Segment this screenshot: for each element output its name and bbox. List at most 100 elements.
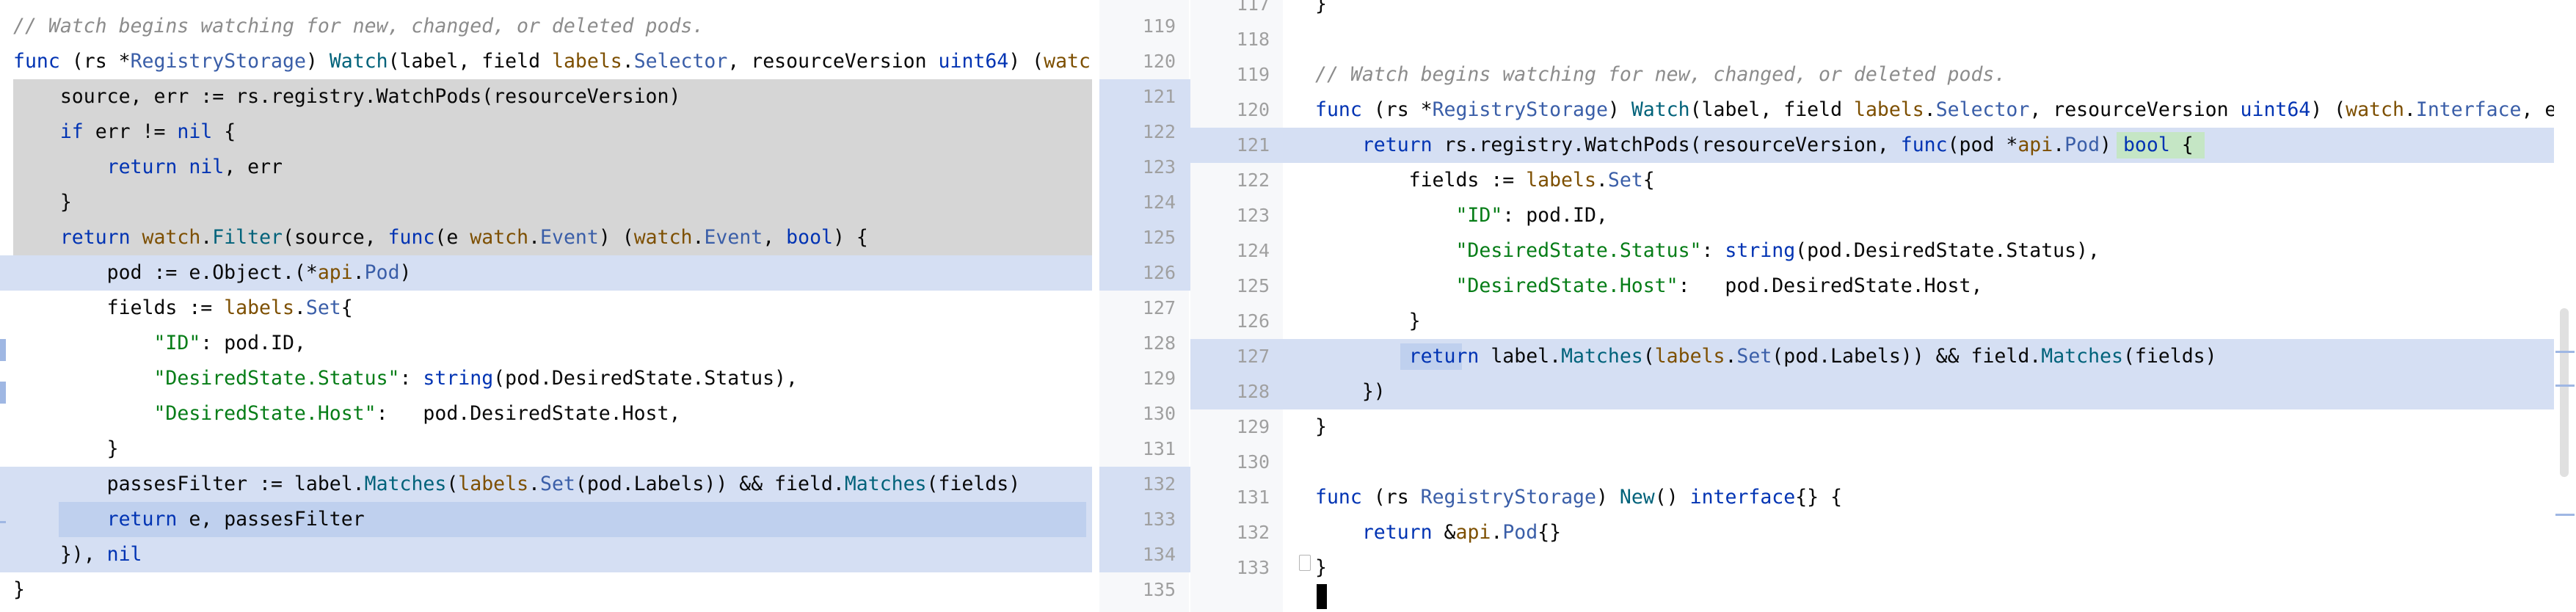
code-line[interactable]: }), nil	[0, 537, 1092, 572]
code-line[interactable]: }	[1306, 0, 2554, 22]
code-token: ) (	[2310, 98, 2346, 121]
code-line[interactable]: "DesiredState.Status": string(pod.Desire…	[0, 361, 1092, 396]
code-line[interactable]: if err != nil {	[0, 114, 1092, 150]
right-scrollbar[interactable]	[2554, 0, 2576, 612]
scrollbar-thumb[interactable]	[2560, 308, 2569, 477]
code-token: {	[2169, 134, 2194, 156]
code-token: watch	[633, 226, 693, 249]
code-line[interactable]: }	[1306, 409, 2554, 445]
code-line[interactable]: return rs.registry.WatchPods(resourceVer…	[1306, 128, 2554, 163]
code-token: nil	[177, 120, 225, 143]
code-token: rs	[1385, 98, 1421, 121]
line-number: 125	[1236, 275, 1270, 296]
code-line[interactable]: // Watch begins watching for new, change…	[0, 9, 1092, 44]
code-line[interactable]: "DesiredState.Host": pod.DesiredState.Ho…	[0, 396, 1092, 431]
code-token: bool	[2122, 134, 2170, 156]
code-token: , resourceVersion	[727, 50, 939, 73]
code-token: .	[2053, 134, 2065, 156]
code-token: {	[224, 120, 236, 143]
code-token: rs	[236, 85, 260, 108]
code-line[interactable]: })	[1306, 374, 2554, 409]
code-token: labels	[1526, 169, 1596, 192]
code-line[interactable]: "ID": pod.ID,	[0, 326, 1092, 361]
code-token: .	[1491, 521, 1503, 544]
code-line[interactable]	[1306, 22, 2554, 57]
code-token: : pod.ID,	[1502, 204, 1608, 227]
code-token: (source,	[283, 226, 388, 249]
code-token: :	[1701, 239, 1725, 262]
code-line[interactable]: }	[1306, 304, 2554, 339]
code-line[interactable]: func (rs *RegistryStorage) Watch(label, …	[0, 44, 1092, 79]
code-token: : pod.ID,	[200, 332, 306, 354]
left-editor-pane[interactable]: // Watch begins watching for new, change…	[0, 0, 1092, 612]
code-token: ,	[763, 226, 787, 249]
line-number: 130	[1236, 451, 1270, 473]
code-line[interactable]: "DesiredState.Host": pod.DesiredState.Ho…	[1306, 269, 2554, 304]
line-number: 119	[1236, 64, 1270, 85]
code-line[interactable]: fields := labels.Set{	[1306, 163, 2554, 198]
code-line[interactable]: }	[0, 431, 1092, 467]
line-number: 127	[1236, 346, 1270, 367]
right-gutter: 117 118 119 120 121 122 123 124 125 126 127 128 129 1…	[1190, 0, 1311, 612]
code-token: return	[1361, 521, 1444, 544]
change-marker-stripe	[2555, 351, 2575, 353]
code-token: uint64	[938, 50, 1009, 73]
code-token: Event	[704, 226, 763, 249]
code-line[interactable]: func (rs RegistryStorage) New() interfac…	[1306, 480, 2554, 515]
code-line[interactable]: // Watch begins watching for new, change…	[1306, 57, 2554, 92]
code-line[interactable]: return nil, err	[0, 150, 1092, 185]
code-line[interactable]: }	[0, 185, 1092, 220]
code-token: }	[1315, 556, 1327, 579]
line-number: 124	[1236, 240, 1270, 261]
code-line[interactable]: return watch.Filter(source, func(e watch…	[0, 220, 1092, 255]
code-token: Pod	[364, 261, 400, 284]
code-token: Filter	[212, 226, 283, 249]
code-token: }	[1315, 415, 1327, 438]
line-number: 133	[1142, 509, 1176, 530]
line-number: 119	[1142, 15, 1176, 37]
right-editor-pane[interactable]: } // Watch begins watching for new, chang…	[1306, 0, 2554, 612]
code-token: string	[423, 367, 494, 390]
code-token: .	[1725, 345, 1737, 368]
line-number: 126	[1142, 262, 1176, 283]
line-number: 121	[1142, 86, 1176, 107]
code-token: {	[341, 296, 353, 319]
code-line[interactable]: passesFilter := label.Matches(labels.Set…	[0, 467, 1092, 502]
code-token: // Watch begins watching for new, change…	[13, 15, 705, 37]
code-line[interactable]: }	[1306, 550, 2554, 586]
code-line[interactable]: return label.Matches(labels.Set(pod.Labe…	[1306, 339, 2554, 374]
code-token: pod := e.Object.(*	[13, 261, 318, 284]
code-token: if	[59, 120, 95, 143]
code-line[interactable]: return &api.Pod{}	[1306, 515, 2554, 550]
line-number: 131	[1142, 438, 1176, 459]
code-token: Matches	[1561, 345, 1643, 368]
code-line[interactable]: func (rs *RegistryStorage) Watch(label, …	[1306, 92, 2554, 128]
code-token: {}	[1538, 521, 1562, 544]
code-line[interactable]: fields := labels.Set{	[0, 291, 1092, 326]
code-line[interactable]	[1306, 445, 2554, 480]
code-token: )	[2100, 134, 2123, 156]
code-token: Event	[540, 226, 599, 249]
code-line[interactable]: source, err := rs.registry.WatchPods(res…	[0, 79, 1092, 114]
code-token: ) {	[832, 226, 868, 249]
code-token: .	[1924, 98, 1936, 121]
line-number: 130	[1142, 403, 1176, 424]
code-token: .registry.WatchPods(resourceVersion,	[1467, 134, 1901, 156]
code-token: )	[305, 50, 330, 73]
code-token: watch	[142, 226, 201, 249]
code-token: , err	[224, 156, 283, 178]
line-number: 124	[1142, 192, 1176, 213]
code-token: Set	[305, 296, 341, 319]
code-token: "DesiredState.Host"	[1455, 274, 1678, 297]
code-line[interactable]: pod := e.Object.(*api.Pod)	[0, 255, 1092, 291]
code-line[interactable]: "DesiredState.Status": string(pod.Desire…	[1306, 233, 2554, 269]
code-token: bool	[786, 226, 833, 249]
line-number: 135	[1142, 579, 1176, 600]
code-line[interactable]: }	[0, 572, 1092, 608]
code-token: .	[622, 50, 634, 73]
code-token: rs	[1385, 486, 1421, 509]
code-line[interactable]: "ID": pod.ID,	[1306, 198, 2554, 233]
code-line[interactable]: return e, passesFilter	[0, 502, 1092, 537]
code-token: "DesiredState.Status"	[153, 367, 400, 390]
